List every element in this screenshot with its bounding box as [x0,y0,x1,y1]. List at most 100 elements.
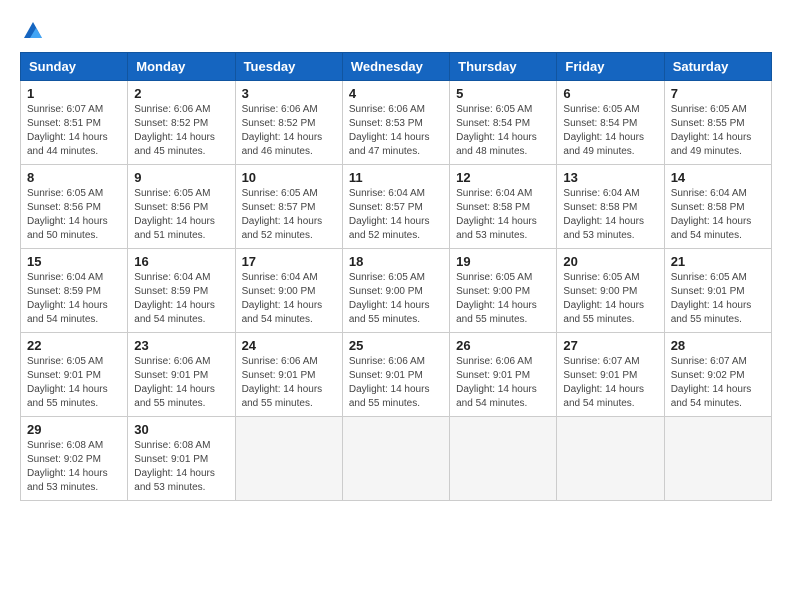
day-info: Sunrise: 6:07 AMSunset: 8:51 PMDaylight:… [27,103,121,159]
day-cell-20: 20 Sunrise: 6:05 AMSunset: 9:00 PMDayligh… [557,249,664,333]
day-number: 4 [349,86,443,101]
day-number: 25 [349,338,443,353]
day-header-saturday: Saturday [664,53,771,81]
day-header-friday: Friday [557,53,664,81]
day-cell-27: 27 Sunrise: 6:07 AMSunset: 9:01 PMDayligh… [557,333,664,417]
day-number: 5 [456,86,550,101]
day-number: 15 [27,254,121,269]
day-header-thursday: Thursday [450,53,557,81]
day-cell-9: 9 Sunrise: 6:05 AMSunset: 8:56 PMDaylight… [128,165,235,249]
day-number: 21 [671,254,765,269]
day-header-monday: Monday [128,53,235,81]
day-info: Sunrise: 6:06 AMSunset: 9:01 PMDaylight:… [134,355,228,411]
empty-cell [235,417,342,501]
week-row-5: 29 Sunrise: 6:08 AMSunset: 9:02 PMDayligh… [21,417,772,501]
day-header-wednesday: Wednesday [342,53,449,81]
day-header-sunday: Sunday [21,53,128,81]
day-number: 24 [242,338,336,353]
day-cell-25: 25 Sunrise: 6:06 AMSunset: 9:01 PMDayligh… [342,333,449,417]
day-number: 19 [456,254,550,269]
day-info: Sunrise: 6:06 AMSunset: 9:01 PMDaylight:… [349,355,443,411]
day-cell-21: 21 Sunrise: 6:05 AMSunset: 9:01 PMDayligh… [664,249,771,333]
logo-icon [22,20,44,42]
week-row-1: 1 Sunrise: 6:07 AMSunset: 8:51 PMDaylight… [21,81,772,165]
day-info: Sunrise: 6:08 AMSunset: 9:01 PMDaylight:… [134,439,228,495]
day-cell-7: 7 Sunrise: 6:05 AMSunset: 8:55 PMDaylight… [664,81,771,165]
day-number: 27 [563,338,657,353]
empty-cell [450,417,557,501]
day-cell-1: 1 Sunrise: 6:07 AMSunset: 8:51 PMDaylight… [21,81,128,165]
week-row-4: 22 Sunrise: 6:05 AMSunset: 9:01 PMDayligh… [21,333,772,417]
day-info: Sunrise: 6:04 AMSunset: 8:57 PMDaylight:… [349,187,443,243]
day-number: 3 [242,86,336,101]
day-info: Sunrise: 6:05 AMSunset: 8:54 PMDaylight:… [456,103,550,159]
day-cell-2: 2Sunrise: 6:06 AMSunset: 8:52 PMDaylight… [128,81,235,165]
day-info: Sunrise: 6:05 AMSunset: 9:00 PMDaylight:… [349,271,443,327]
day-number: 1 [27,86,121,101]
day-info: Sunrise: 6:08 AMSunset: 9:02 PMDaylight:… [27,439,121,495]
day-cell-13: 13 Sunrise: 6:04 AMSunset: 8:58 PMDayligh… [557,165,664,249]
day-info: Sunrise: 6:04 AMSunset: 8:59 PMDaylight:… [134,271,228,327]
day-number: 14 [671,170,765,185]
week-row-3: 15 Sunrise: 6:04 AMSunset: 8:59 PMDayligh… [21,249,772,333]
day-cell-29: 29 Sunrise: 6:08 AMSunset: 9:02 PMDayligh… [21,417,128,501]
day-number: 13 [563,170,657,185]
day-info: Sunrise: 6:05 AMSunset: 8:56 PMDaylight:… [134,187,228,243]
day-number: 7 [671,86,765,101]
day-cell-15: 15Sunrise: 6:04 AMSunset: 8:59 PMDayligh… [21,249,128,333]
day-number: 22 [27,338,121,353]
day-number: 8 [27,170,121,185]
day-cell-24: 24 Sunrise: 6:06 AMSunset: 9:01 PMDayligh… [235,333,342,417]
logo [20,20,44,42]
empty-cell [342,417,449,501]
day-info: Sunrise: 6:05 AMSunset: 9:00 PMDaylight:… [563,271,657,327]
day-info: Sunrise: 6:07 AMSunset: 9:01 PMDaylight:… [563,355,657,411]
day-info: Sunrise: 6:05 AMSunset: 9:01 PMDaylight:… [27,355,121,411]
day-info: Sunrise: 6:05 AMSunset: 8:57 PMDaylight:… [242,187,336,243]
day-cell-22: 22 Sunrise: 6:05 AMSunset: 9:01 PMDayligh… [21,333,128,417]
day-cell-28: 28 Sunrise: 6:07 AMSunset: 9:02 PMDayligh… [664,333,771,417]
day-cell-11: 11Sunrise: 6:04 AMSunset: 8:57 PMDayligh… [342,165,449,249]
day-info: Sunrise: 6:05 AMSunset: 9:01 PMDaylight:… [671,271,765,327]
day-info: Sunrise: 6:05 AMSunset: 9:00 PMDaylight:… [456,271,550,327]
day-number: 26 [456,338,550,353]
week-row-2: 8 Sunrise: 6:05 AMSunset: 8:56 PMDaylight… [21,165,772,249]
day-cell-17: 17Sunrise: 6:04 AMSunset: 9:00 PMDayligh… [235,249,342,333]
day-number: 17 [242,254,336,269]
day-number: 20 [563,254,657,269]
day-cell-4: 4 Sunrise: 6:06 AMSunset: 8:53 PMDaylight… [342,81,449,165]
day-info: Sunrise: 6:05 AMSunset: 8:56 PMDaylight:… [27,187,121,243]
day-number: 9 [134,170,228,185]
day-number: 6 [563,86,657,101]
calendar-header-row: SundayMondayTuesdayWednesdayThursdayFrid… [21,53,772,81]
empty-cell [664,417,771,501]
day-number: 23 [134,338,228,353]
day-number: 12 [456,170,550,185]
day-cell-16: 16 Sunrise: 6:04 AMSunset: 8:59 PMDayligh… [128,249,235,333]
day-cell-12: 12 Sunrise: 6:04 AMSunset: 8:58 PMDayligh… [450,165,557,249]
day-cell-5: 5 Sunrise: 6:05 AMSunset: 8:54 PMDaylight… [450,81,557,165]
day-cell-18: 18Sunrise: 6:05 AMSunset: 9:00 PMDayligh… [342,249,449,333]
day-number: 16 [134,254,228,269]
page-header [20,20,772,42]
day-info: Sunrise: 6:04 AMSunset: 8:58 PMDaylight:… [671,187,765,243]
day-info: Sunrise: 6:06 AMSunset: 8:53 PMDaylight:… [349,103,443,159]
day-number: 29 [27,422,121,437]
day-info: Sunrise: 6:04 AMSunset: 8:58 PMDaylight:… [563,187,657,243]
day-info: Sunrise: 6:07 AMSunset: 9:02 PMDaylight:… [671,355,765,411]
day-info: Sunrise: 6:06 AMSunset: 9:01 PMDaylight:… [242,355,336,411]
day-cell-30: 30 Sunrise: 6:08 AMSunset: 9:01 PMDayligh… [128,417,235,501]
day-info: Sunrise: 6:06 AMSunset: 8:52 PMDaylight:… [134,103,228,159]
day-number: 10 [242,170,336,185]
day-number: 28 [671,338,765,353]
day-info: Sunrise: 6:04 AMSunset: 8:58 PMDaylight:… [456,187,550,243]
day-cell-19: 19 Sunrise: 6:05 AMSunset: 9:00 PMDayligh… [450,249,557,333]
day-info: Sunrise: 6:05 AMSunset: 8:55 PMDaylight:… [671,103,765,159]
day-cell-14: 14 Sunrise: 6:04 AMSunset: 8:58 PMDayligh… [664,165,771,249]
day-number: 30 [134,422,228,437]
day-cell-10: 10 Sunrise: 6:05 AMSunset: 8:57 PMDayligh… [235,165,342,249]
day-cell-6: 6Sunrise: 6:05 AMSunset: 8:54 PMDaylight… [557,81,664,165]
calendar-table: SundayMondayTuesdayWednesdayThursdayFrid… [20,52,772,501]
day-header-tuesday: Tuesday [235,53,342,81]
day-cell-3: 3Sunrise: 6:06 AMSunset: 8:52 PMDaylight… [235,81,342,165]
